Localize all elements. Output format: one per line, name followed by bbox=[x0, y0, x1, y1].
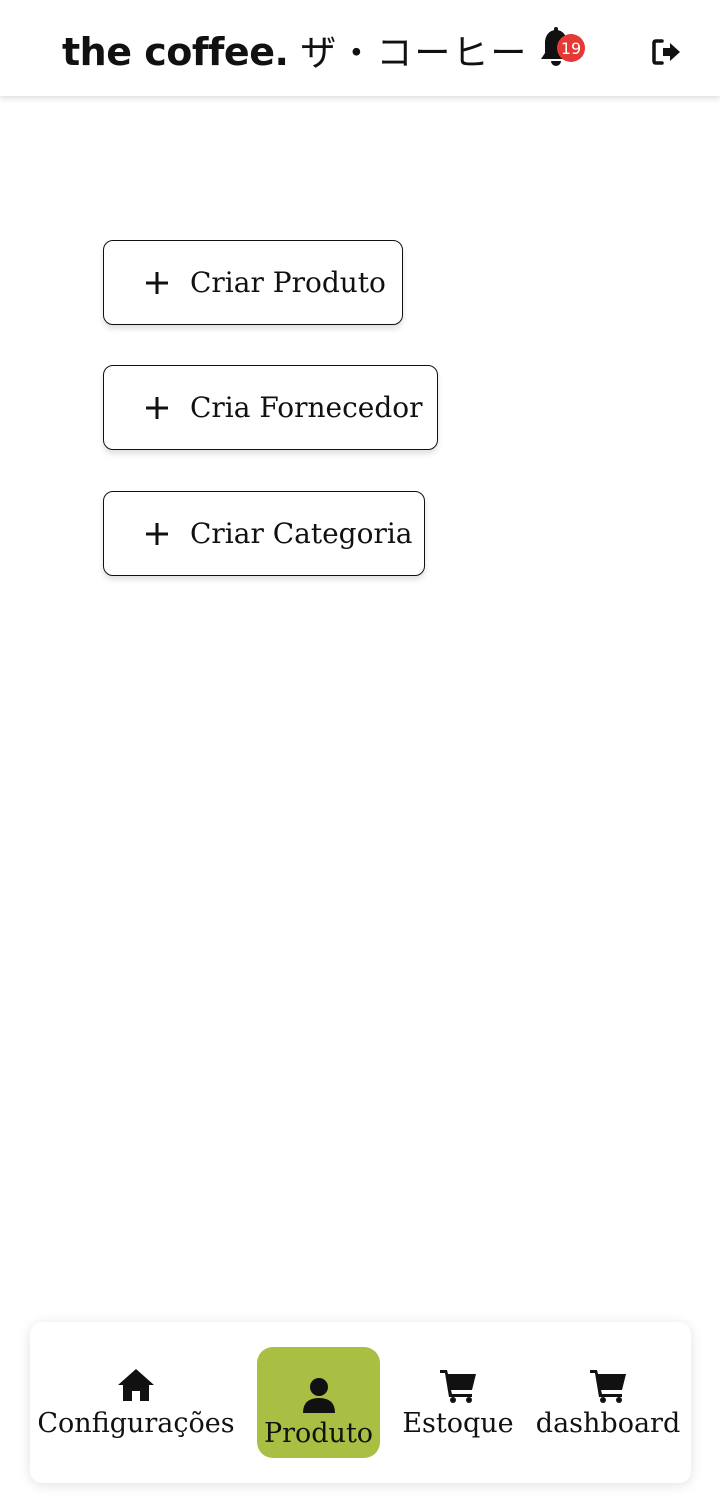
cart-icon bbox=[440, 1370, 476, 1403]
nav-item-estoque[interactable]: Estoque bbox=[398, 1322, 518, 1483]
create-category-button[interactable]: Criar Categoria bbox=[103, 491, 425, 576]
plus-icon bbox=[146, 396, 168, 419]
nav-label-configuracoes: Configurações bbox=[37, 1408, 235, 1439]
plus-icon bbox=[146, 522, 168, 545]
notification-badge: 19 bbox=[557, 34, 585, 62]
app-header: the coffee. ザ・コーヒー 19 bbox=[0, 0, 720, 96]
nav-item-configuracoes[interactable]: Configurações bbox=[36, 1322, 236, 1483]
nav-label-estoque: Estoque bbox=[402, 1408, 514, 1439]
nav-label-produto: Produto bbox=[263, 1418, 374, 1449]
cart-icon bbox=[590, 1370, 626, 1403]
plus-icon bbox=[146, 271, 168, 294]
user-icon bbox=[302, 1378, 335, 1413]
brand-japanese-name: ザ・コーヒー bbox=[300, 33, 529, 74]
create-supplier-button[interactable]: Cria Fornecedor bbox=[103, 365, 438, 450]
logout-icon[interactable] bbox=[651, 38, 683, 66]
logout-icon-svg bbox=[652, 39, 680, 65]
bottom-navigation: Configurações Produto Estoque dashboard bbox=[30, 1322, 691, 1483]
nav-item-dashboard[interactable]: dashboard bbox=[535, 1322, 681, 1483]
create-product-label: Criar Produto bbox=[190, 266, 386, 299]
nav-label-dashboard: dashboard bbox=[535, 1408, 681, 1439]
nav-item-produto[interactable]: Produto bbox=[257, 1332, 380, 1493]
brand-logo: the coffee. ザ・コーヒー bbox=[62, 24, 528, 76]
home-icon bbox=[118, 1369, 154, 1401]
create-category-label: Criar Categoria bbox=[190, 517, 413, 550]
brand-name: the coffee. bbox=[62, 30, 289, 74]
create-supplier-label: Cria Fornecedor bbox=[190, 391, 423, 424]
create-product-button[interactable]: Criar Produto bbox=[103, 240, 403, 325]
